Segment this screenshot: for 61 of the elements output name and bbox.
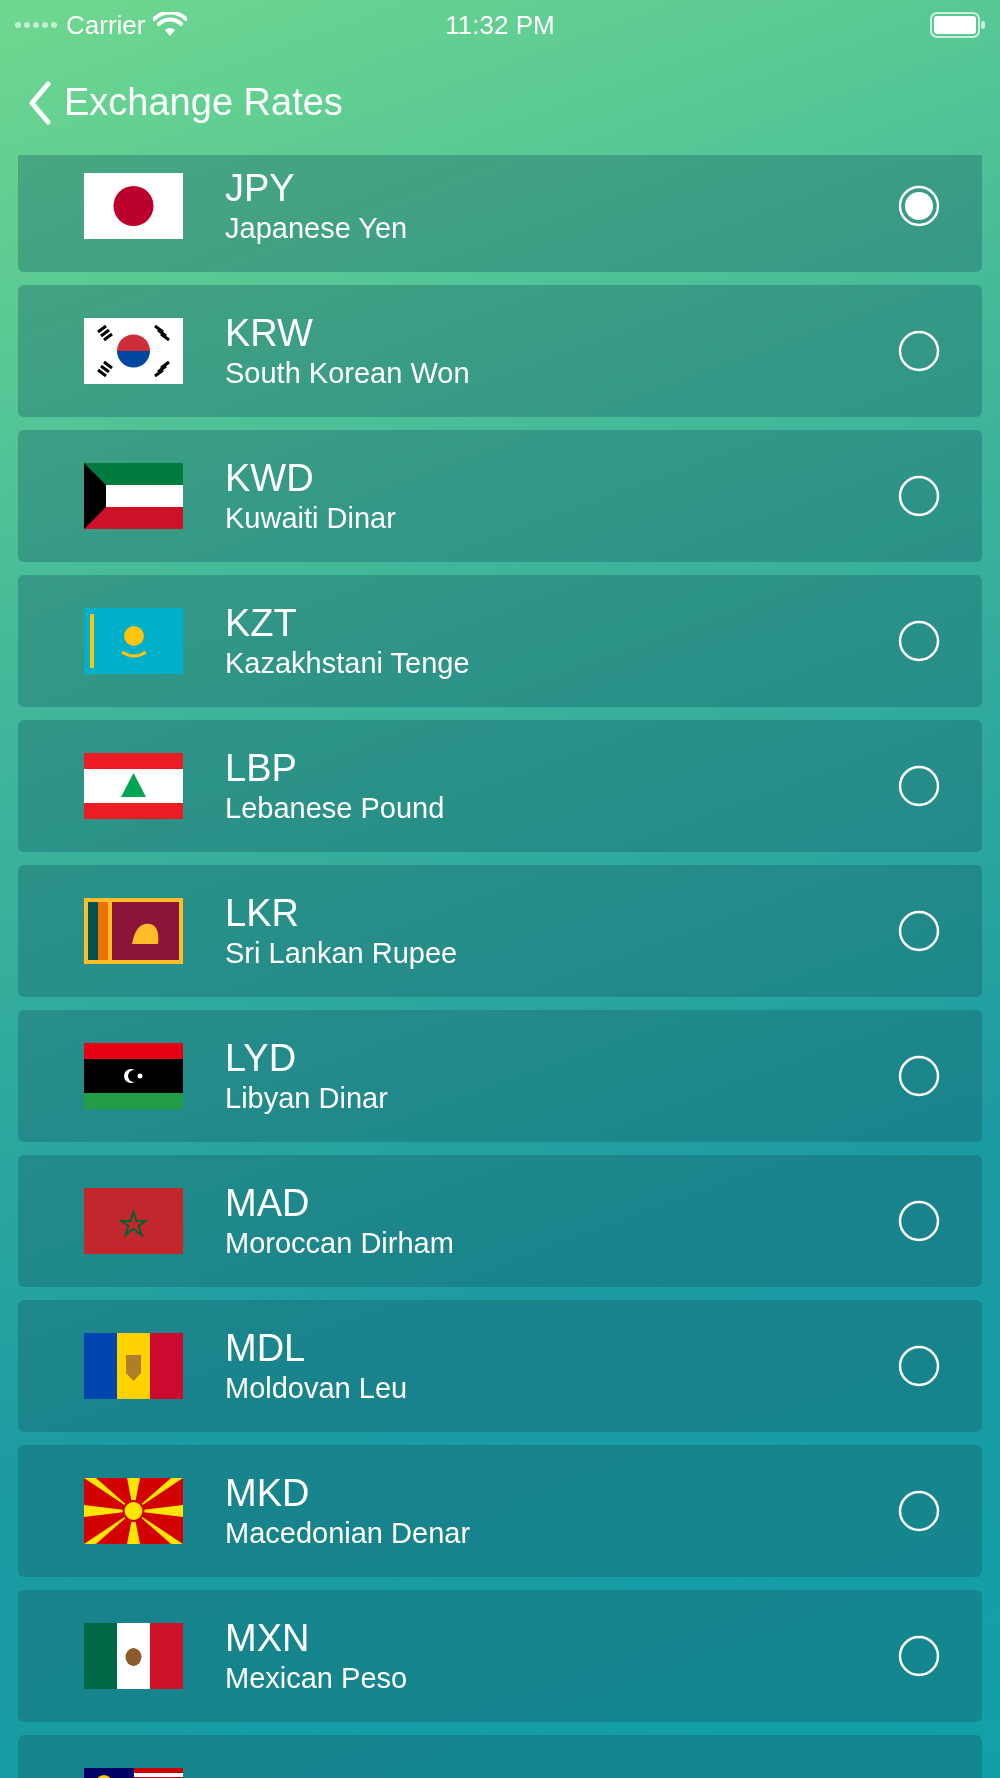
currency-code: LYD [225, 1036, 298, 1080]
signal-icon [14, 21, 58, 29]
radio-icon[interactable] [898, 910, 940, 952]
currency-row[interactable]: LBP Lebanese Pound [18, 720, 982, 852]
currency-name: Japanese Yen [225, 211, 409, 246]
currency-code: LKR [225, 891, 300, 935]
currency-name: South Korean Won [225, 356, 471, 391]
flag-icon [84, 1478, 183, 1544]
radio-icon[interactable] [898, 475, 940, 517]
flag-icon [84, 318, 183, 384]
currency-row[interactable]: KZT Kazakhstani Tenge [18, 575, 982, 707]
currency-row[interactable]: MAD Moroccan Dirham [18, 1155, 982, 1287]
radio-icon[interactable] [898, 1055, 940, 1097]
currency-code: MKD [225, 1471, 311, 1515]
radio-selected-icon[interactable] [898, 185, 940, 227]
currency-name: Moroccan Dirham [225, 1226, 455, 1261]
currency-row[interactable]: KWD Kuwaiti Dinar [18, 430, 982, 562]
currency-row[interactable]: LKR Sri Lankan Rupee [18, 865, 982, 997]
currency-row[interactable]: KRW South Korean Won [18, 285, 982, 417]
carrier-label: Carrier [66, 8, 146, 42]
currency-row[interactable]: MXN Mexican Peso [18, 1590, 982, 1722]
flag-icon [84, 753, 183, 819]
radio-icon[interactable] [898, 1490, 940, 1532]
flag-icon [84, 1333, 183, 1399]
currency-code: MAD [225, 1181, 311, 1225]
currency-code: KWD [225, 456, 315, 500]
flag-icon [84, 1043, 183, 1109]
flag-icon [84, 608, 183, 674]
wifi-icon [153, 12, 188, 38]
battery-icon [930, 12, 986, 38]
flag-icon [84, 898, 183, 964]
flag-icon [84, 1623, 183, 1689]
currency-row[interactable]: MKD Macedonian Denar [18, 1445, 982, 1577]
currency-name: Lebanese Pound [225, 791, 446, 826]
back-chevron-icon [28, 80, 52, 125]
currency-code: MDL [225, 1326, 307, 1370]
currency-name: Mexican Peso [225, 1661, 409, 1696]
radio-icon[interactable] [898, 620, 940, 662]
currency-name: Sri Lankan Rupee [225, 936, 459, 971]
currency-row[interactable]: LYD Libyan Dinar [18, 1010, 982, 1142]
radio-icon[interactable] [898, 330, 940, 372]
currency-name: Kuwaiti Dinar [225, 501, 397, 536]
currency-code: MXN [225, 1616, 311, 1660]
clock-time: 11:32 PM [445, 8, 555, 42]
currency-name: Moldovan Leu [225, 1371, 409, 1406]
radio-icon[interactable] [898, 1200, 940, 1242]
currency-name: Kazakhstani Tenge [225, 646, 471, 681]
flag-icon [84, 1188, 183, 1254]
flag-icon [84, 463, 183, 529]
radio-icon[interactable] [898, 765, 940, 807]
currency-code: JPY [225, 166, 296, 210]
currency-code: LBP [225, 746, 298, 790]
currency-code: KZT [225, 601, 298, 645]
currency-name: Libyan Dinar [225, 1081, 389, 1116]
currency-name: Macedonian Denar [225, 1516, 472, 1551]
currency-code: KRW [225, 311, 314, 355]
currency-row[interactable]: MDL Moldovan Leu [18, 1300, 982, 1432]
flag-icon [84, 173, 183, 239]
currency-row[interactable]: JPY Japanese Yen [18, 155, 982, 272]
radio-icon[interactable] [898, 1345, 940, 1387]
radio-icon[interactable] [898, 1635, 940, 1677]
